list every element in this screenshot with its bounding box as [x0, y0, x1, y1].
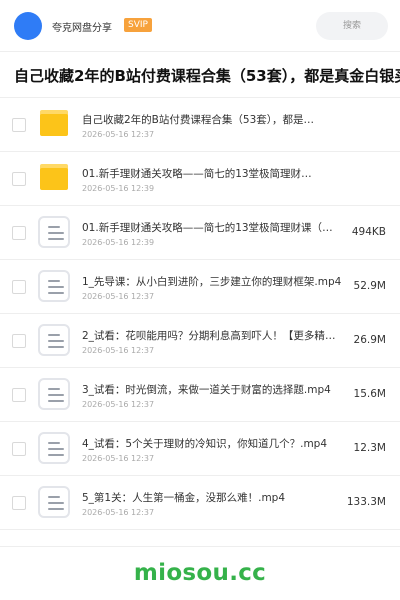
- file-name[interactable]: 自己收藏2年的B站付费课程合集（53套），都是真金白银买: [82, 112, 318, 127]
- file-size: 12.3M: [353, 442, 386, 454]
- row-checkbox[interactable]: [12, 280, 26, 294]
- file-name[interactable]: 5_第1关：人生第一桶金，没那么难！.mp4: [82, 490, 342, 505]
- row-checkbox[interactable]: [12, 226, 26, 240]
- header-bar: 夸克网盘分享 SVIP 搜索: [0, 0, 400, 52]
- svip-badge: SVIP: [124, 18, 152, 32]
- file-icon: [38, 378, 70, 410]
- file-row[interactable]: 01.新手理财通关攻略——简七的13堂极简理财课（完整版）.txt 2026-05…: [0, 206, 400, 260]
- row-checkbox[interactable]: [12, 118, 26, 132]
- file-name[interactable]: 1_先导课：从小白到进阶，三步建立你的理财框架.mp4: [82, 274, 342, 289]
- file-date: 2026-05-16 12:37: [82, 454, 155, 463]
- folder-icon: [40, 164, 68, 190]
- folder-icon: [40, 110, 68, 136]
- file-name[interactable]: 2_试看：花呗能用吗？分期利息高到吓人！【更多精选课程】.mp4: [82, 328, 342, 343]
- page-title: 自己收藏2年的B站付费课程合集（53套），都是真金白银买: [14, 67, 400, 85]
- file-icon: [38, 216, 70, 248]
- file-icon: [38, 486, 70, 518]
- file-row[interactable]: 3_试看：时光倒流，来做一道关于财富的选择题.mp4 2026-05-16 12:…: [0, 368, 400, 422]
- file-date: 2026-05-16 12:37: [82, 292, 155, 301]
- file-size: 26.9M: [353, 334, 386, 346]
- folder-row[interactable]: 01.新手理财通关攻略——简七的13堂极简理财课（完整版） 2026-05-16 …: [0, 152, 400, 206]
- row-checkbox[interactable]: [12, 496, 26, 510]
- search-input[interactable]: 搜索: [316, 12, 388, 40]
- file-size: 494KB: [351, 226, 386, 238]
- file-row[interactable]: 2_试看：花呗能用吗？分期利息高到吓人！【更多精选课程】.mp4 2026-05-…: [0, 314, 400, 368]
- file-icon: [38, 324, 70, 356]
- file-icon: [38, 432, 70, 464]
- divider: [0, 546, 400, 547]
- file-list: 自己收藏2年的B站付费课程合集（53套），都是真金白银买 2026-05-16 1…: [0, 98, 400, 530]
- file-date: 2026-05-16 12:39: [82, 184, 155, 193]
- file-size: 133.3M: [346, 496, 386, 508]
- file-row[interactable]: 4_试看：5个关于理财的冷知识，你知道几个？.mp4 2026-05-16 12:…: [0, 422, 400, 476]
- file-date: 2026-05-16 12:37: [82, 508, 155, 517]
- file-name[interactable]: 3_试看：时光倒流，来做一道关于财富的选择题.mp4: [82, 382, 342, 397]
- file-size: 15.6M: [353, 388, 386, 400]
- file-date: 2026-05-16 12:37: [82, 346, 155, 355]
- file-icon: [38, 270, 70, 302]
- file-name[interactable]: 4_试看：5个关于理财的冷知识，你知道几个？.mp4: [82, 436, 342, 451]
- avatar[interactable]: [14, 12, 42, 40]
- watermark: miosou.cc: [133, 560, 267, 586]
- file-date: 2026-05-16 12:37: [82, 400, 155, 409]
- file-date: 2026-05-16 12:39: [82, 238, 155, 247]
- file-name[interactable]: 01.新手理财通关攻略——简七的13堂极简理财课（完整版）.txt: [82, 220, 342, 235]
- brand-name: 夸克网盘分享: [52, 23, 112, 34]
- folder-row[interactable]: 自己收藏2年的B站付费课程合集（53套），都是真金白银买 2026-05-16 1…: [0, 98, 400, 152]
- row-checkbox[interactable]: [12, 334, 26, 348]
- title-bar: 自己收藏2年的B站付费课程合集（53套），都是真金白银买: [0, 52, 400, 98]
- row-checkbox[interactable]: [12, 172, 26, 186]
- file-date: 2026-05-16 12:37: [82, 130, 155, 139]
- file-row[interactable]: 5_第1关：人生第一桶金，没那么难！.mp4 2026-05-16 12:37 13…: [0, 476, 400, 530]
- file-name[interactable]: 01.新手理财通关攻略——简七的13堂极简理财课（完整版）: [82, 166, 318, 181]
- file-size: 52.9M: [353, 280, 386, 292]
- row-checkbox[interactable]: [12, 442, 26, 456]
- file-row[interactable]: 1_先导课：从小白到进阶，三步建立你的理财框架.mp4 2026-05-16 12…: [0, 260, 400, 314]
- row-checkbox[interactable]: [12, 388, 26, 402]
